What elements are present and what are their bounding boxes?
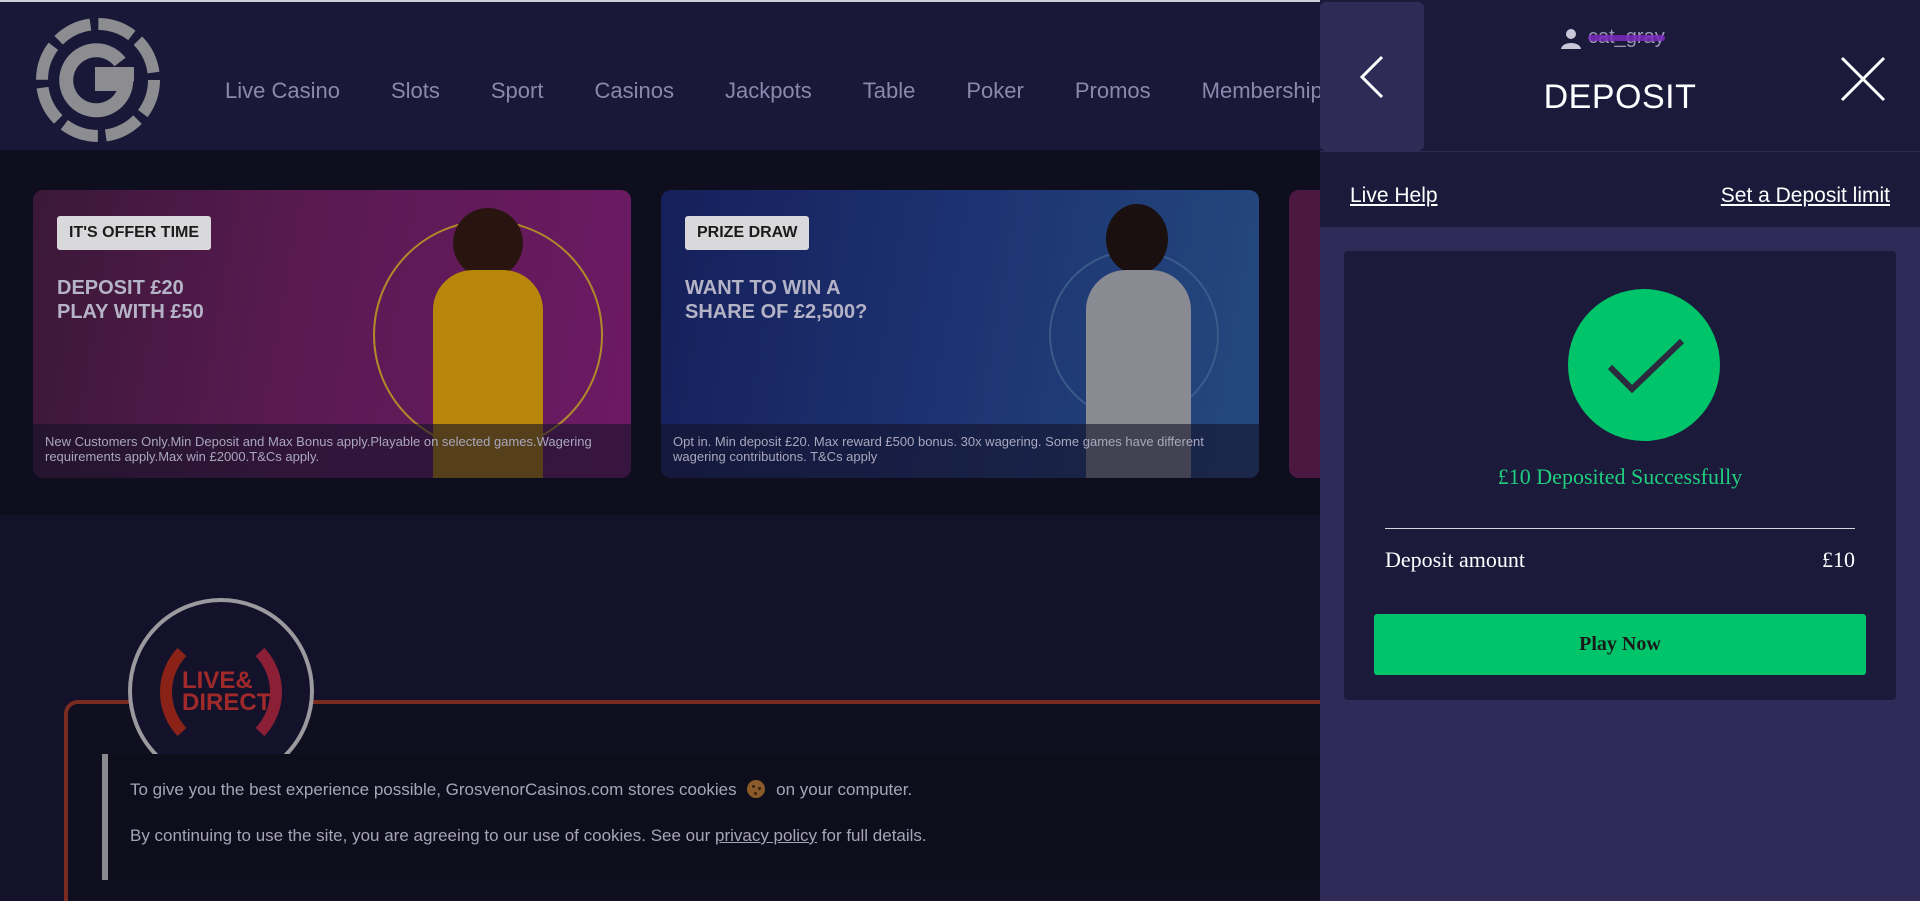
success-badge [1568,289,1720,441]
promo-person-head [1106,204,1168,274]
nav-membership[interactable]: Membership [1202,78,1323,104]
promo-badge: IT'S OFFER TIME [57,216,212,250]
promo-terms: New Customers Only.Min Deposit and Max B… [33,424,631,478]
promo-card-offer[interactable]: IT'S OFFER TIME DEPOSIT £20 PLAY WITH £5… [33,190,631,478]
promo-badge: PRIZE DRAW [685,216,810,250]
play-now-button[interactable]: Play Now [1374,614,1866,675]
cookie-text: on your computer. [776,780,913,799]
deposit-amount-label: Deposit amount [1385,547,1525,572]
promo-card-prize-draw[interactable]: PRIZE DRAW WANT TO WIN A SHARE OF £2,500… [661,190,1259,478]
deposit-amount-value: £10 [1822,547,1855,572]
promo-headline-line: SHARE OF £2,500? [685,301,868,323]
panel-title: DEPOSIT [1543,78,1697,116]
deposit-panel: cat_gray DEPOSIT Live Help Set a Deposit… [1320,0,1920,901]
back-button[interactable] [1320,2,1424,151]
panel-header: cat_gray DEPOSIT [1320,0,1920,152]
nav-sport[interactable]: Sport [491,78,544,104]
user-row: cat_gray [1560,26,1665,49]
nav-table[interactable]: Table [863,78,916,104]
success-message: £10 Deposited Successfully [1497,464,1743,489]
cookie-icon [747,780,766,798]
promo-headline-line: WANT TO WIN A [685,277,841,299]
promo-headline: DEPOSIT £20 PLAY WITH £50 [57,276,357,324]
grosvenor-logo-icon[interactable] [36,18,160,142]
deposit-result-card: £10 Deposited Successfully Deposit amoun… [1344,251,1896,700]
nav-live-casino[interactable]: Live Casino [225,78,340,104]
promo-terms: Opt in. Min deposit £20. Max reward £500… [661,424,1259,478]
promo-headline-line: PLAY WITH £50 [57,301,204,323]
cookie-line-1: To give you the best experience possible… [130,780,912,800]
live-logo-text: LIVE& DIRECT [182,669,272,716]
close-icon[interactable] [1838,54,1888,104]
promo-person-head [453,208,523,278]
live-logo-line: DIRECT [182,689,272,716]
cookie-text: By continuing to use the site, you are a… [130,826,711,845]
promo-headline: WANT TO WIN A SHARE OF £2,500? [685,276,985,324]
deposit-limit-link[interactable]: Set a Deposit limit [1721,184,1890,208]
divider [1385,528,1855,529]
nav-slots[interactable]: Slots [391,78,440,104]
cookie-line-2: By continuing to use the site, you are a… [130,826,927,846]
cookie-text: To give you the best experience possible… [130,780,737,799]
nav-jackpots[interactable]: Jackpots [725,78,812,104]
nav-poker[interactable]: Poker [966,78,1023,104]
promo-headline-line: DEPOSIT £20 [57,277,184,299]
privacy-policy-link[interactable]: privacy policy [715,826,817,845]
nav-promos[interactable]: Promos [1075,78,1151,104]
username: cat_gray [1588,26,1665,48]
nav-casinos[interactable]: Casinos [594,78,673,104]
checkmark-icon [1607,338,1685,394]
cookie-text: for full details. [821,826,927,845]
live-help-link[interactable]: Live Help [1350,184,1438,208]
user-icon [1561,28,1581,49]
cookie-banner: To give you the best experience possible… [102,754,1402,880]
main-nav: Live Casino Slots Sport Casinos Jackpots… [225,78,1374,104]
